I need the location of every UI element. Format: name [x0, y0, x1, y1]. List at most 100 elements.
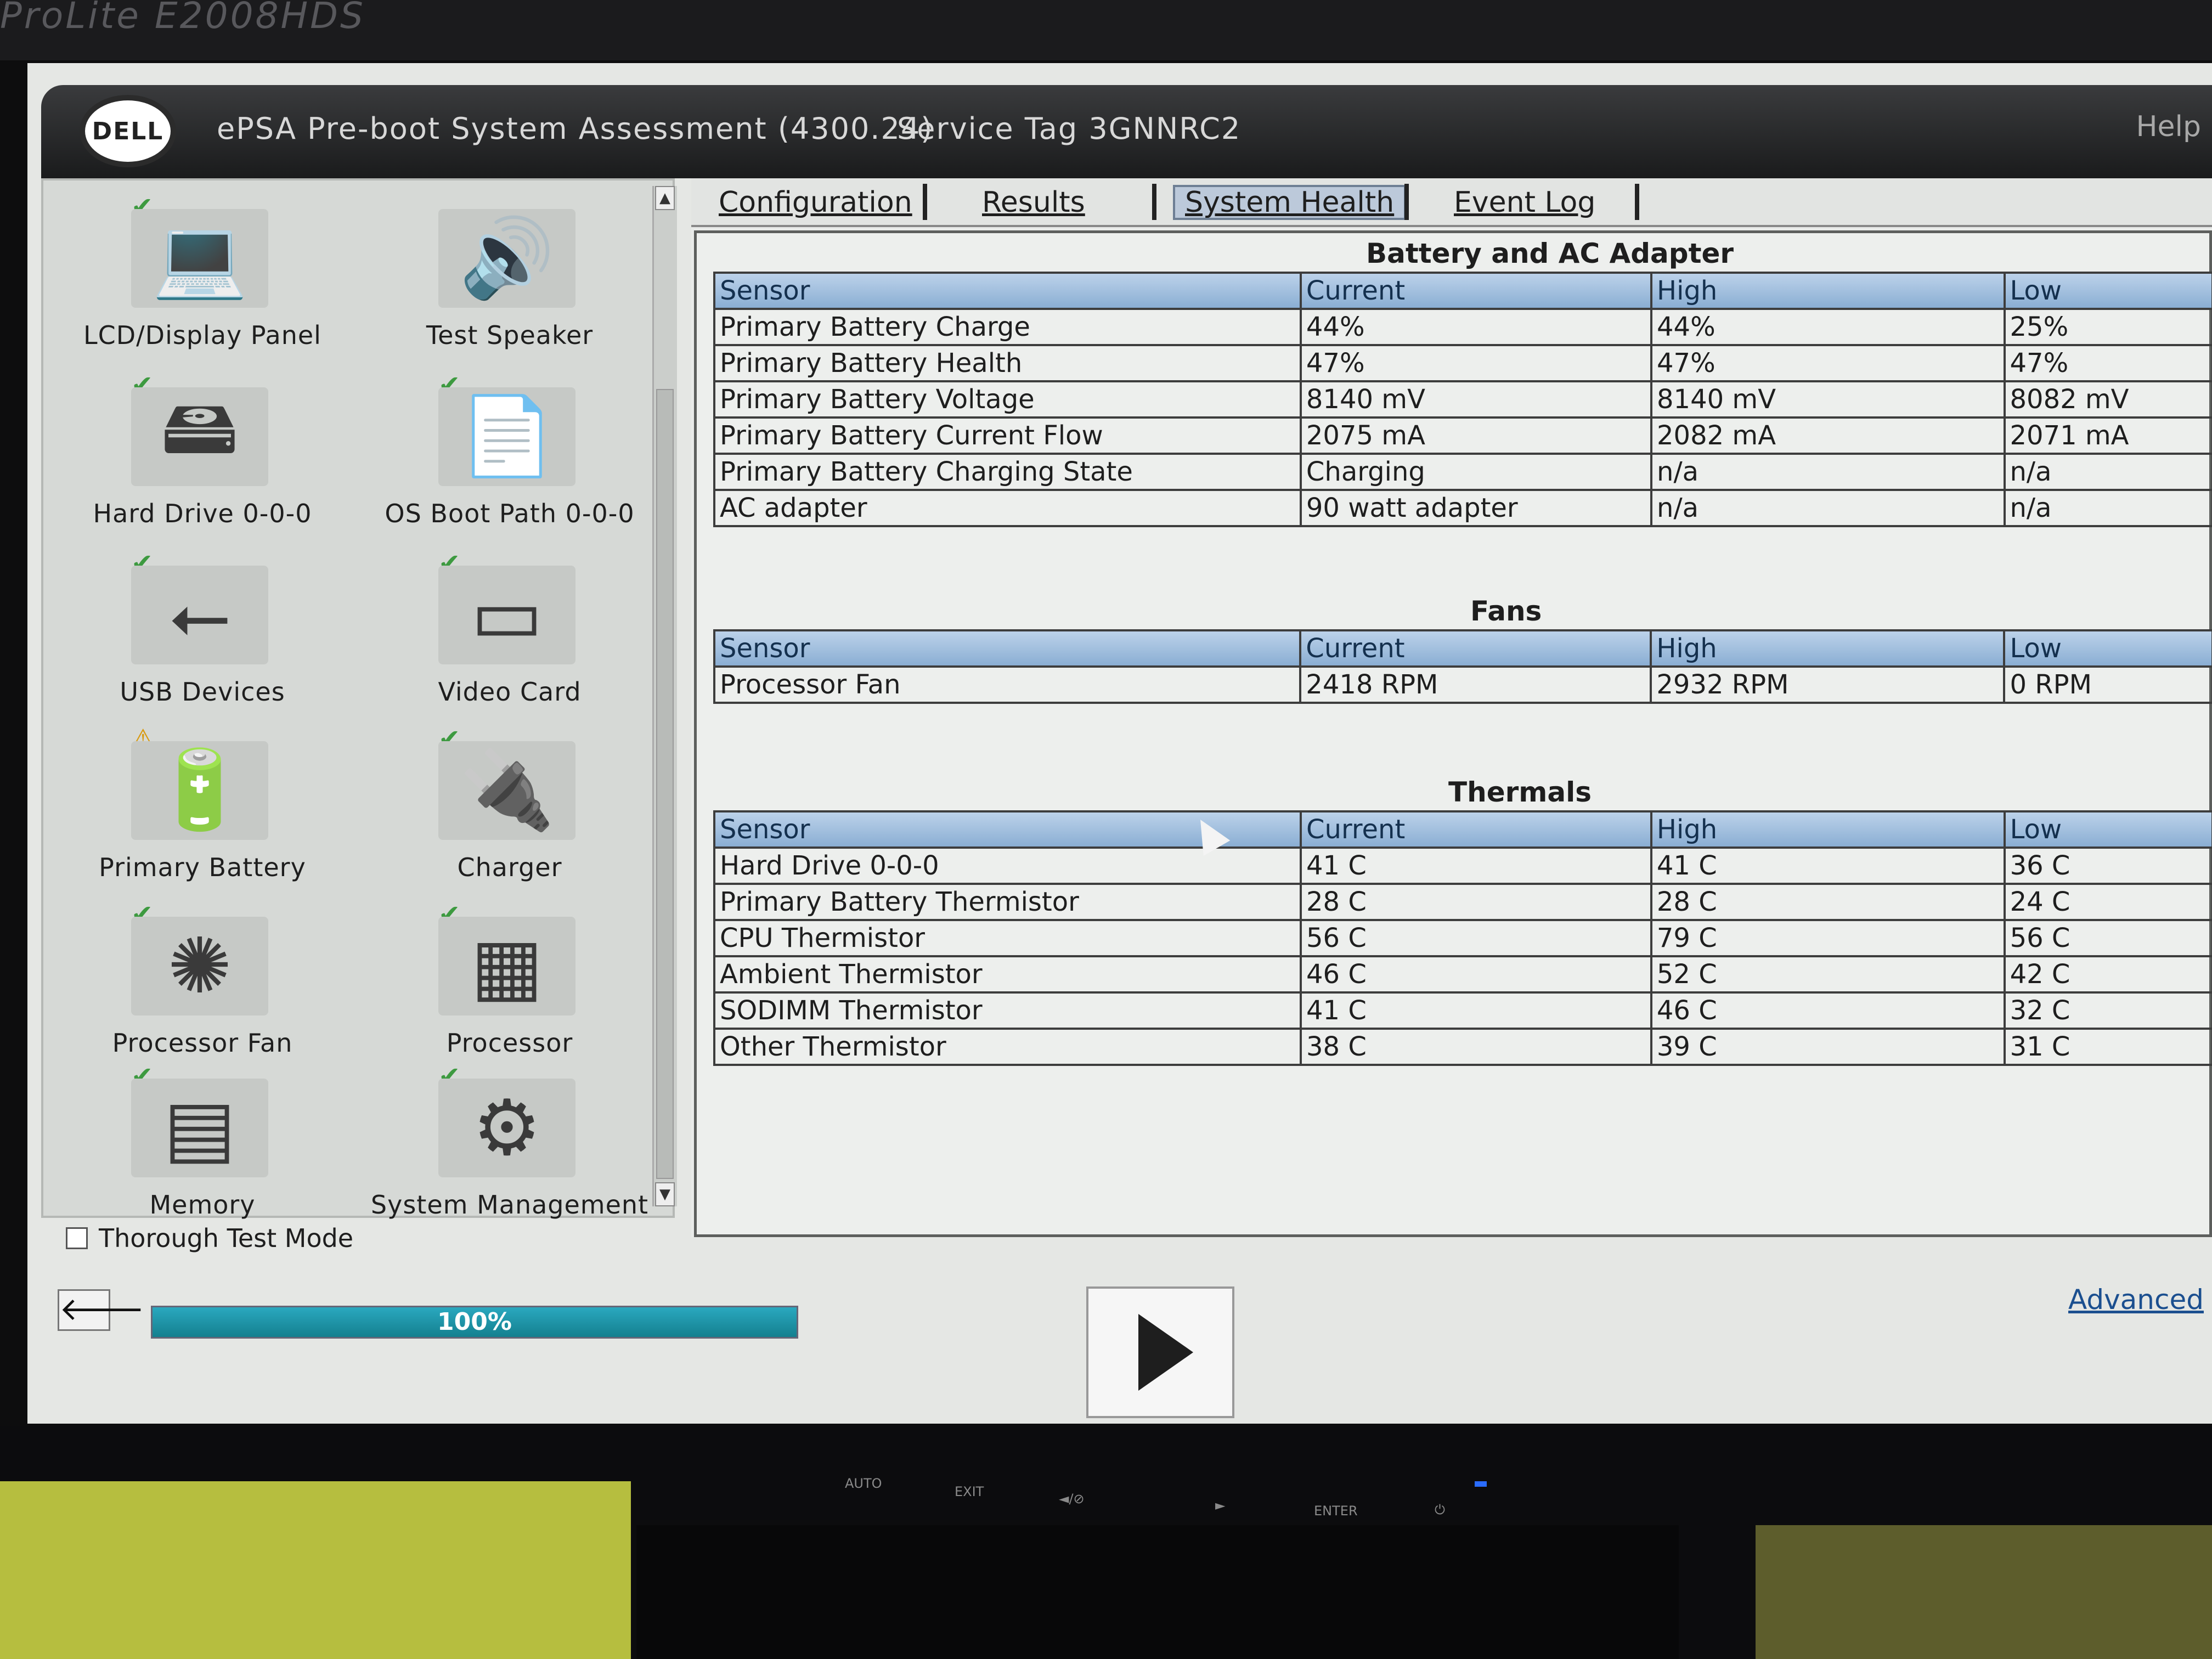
run-tests-button[interactable]	[1086, 1286, 1234, 1418]
table-cell: Primary Battery Charging State	[713, 453, 1302, 491]
epsa-screen: DELL ePSA Pre-boot System Assessment (43…	[27, 63, 2212, 1424]
bezel-button-auto[interactable]: AUTO	[845, 1476, 882, 1491]
device-list-panel: ✔ 💻 LCD/Display Panel 🔊 Test Speaker ✔ 🖴…	[41, 178, 677, 1220]
thorough-test-mode-label: Thorough Test Mode	[99, 1223, 354, 1253]
device-label: Test Speaker	[426, 320, 594, 350]
scroll-up-arrow[interactable]: ▲	[655, 186, 675, 210]
play-icon	[1138, 1314, 1193, 1391]
table-cell: n/a	[1650, 453, 2006, 491]
table-cell: Processor Fan	[713, 665, 1302, 704]
fans-table: Sensor Current High Low Processor Fan 24…	[713, 629, 2212, 704]
device-tile-memory[interactable]: ✔ ▤ Memory	[49, 1061, 356, 1241]
device-tile-charger[interactable]: ✔ 🔌 Charger	[356, 724, 663, 904]
tab-separator	[1152, 184, 1156, 220]
scroll-thumb[interactable]	[656, 389, 674, 1179]
device-tile-test-speaker[interactable]: 🔊 Test Speaker	[356, 197, 663, 371]
table-cell: 44%	[1299, 308, 1653, 346]
back-button[interactable]: 🡐	[58, 1289, 145, 1331]
service-tag: Service Tag 3GNNRC2	[897, 111, 1242, 146]
table-cell: 42 C	[2003, 955, 2212, 994]
table-cell: 28 C	[1650, 883, 2006, 921]
tab-system-health[interactable]: System Health	[1173, 185, 1407, 220]
table-cell: 39 C	[1650, 1028, 2006, 1066]
device-list-scrollbar[interactable]: ▲ ▼	[652, 186, 677, 1206]
video-card-icon: ▭	[438, 566, 575, 664]
advanced-link[interactable]: Advanced	[2068, 1284, 2204, 1316]
column-header: Current	[1300, 810, 1652, 849]
table-cell: 47%	[1650, 344, 2006, 382]
device-label: LCD/Display Panel	[83, 320, 321, 350]
dell-logo: DELL	[80, 95, 176, 167]
device-tile-video-card[interactable]: ✔ ▭ Video Card	[356, 548, 663, 728]
table-cell: 79 C	[1650, 919, 2006, 957]
fans-section-title: Fans	[1470, 595, 1542, 627]
table-cell: 46 C	[1650, 991, 2006, 1030]
bezel-button-exit[interactable]: EXIT	[955, 1484, 984, 1499]
table-cell: Primary Battery Charge	[713, 308, 1302, 346]
bezel-button-minus[interactable]: ◄/⊘	[1059, 1491, 1085, 1506]
device-tile-os-boot-path[interactable]: ✔ 📄 OS Boot Path 0-0-0	[356, 370, 663, 550]
back-arrow-icon: 🡐	[59, 1290, 145, 1328]
bezel-button-plus[interactable]: ►	[1215, 1498, 1225, 1513]
device-label: Primary Battery	[99, 853, 306, 882]
tab-separator	[923, 184, 927, 220]
device-tile-lcd-display-panel[interactable]: ✔ 💻 LCD/Display Panel	[49, 191, 356, 371]
table-cell: 38 C	[1300, 1028, 1652, 1066]
table-cell: 2075 mA	[1299, 416, 1653, 455]
thorough-test-mode-checkbox[interactable]	[66, 1227, 88, 1249]
usb-icon: ⭠	[131, 566, 268, 664]
table-cell: 32 C	[2003, 991, 2212, 1030]
table-cell: 52 C	[1650, 955, 2006, 994]
progress-bar: 100%	[151, 1306, 798, 1339]
column-header: Sensor	[713, 629, 1302, 668]
tab-event-log[interactable]: Event Log	[1454, 185, 1595, 220]
thorough-test-mode[interactable]: Thorough Test Mode	[66, 1223, 353, 1253]
table-cell: 8140 mV	[1299, 380, 1653, 419]
tab-separator	[1635, 184, 1639, 220]
thermals-section-title: Thermals	[1448, 776, 1592, 808]
table-cell: 46 C	[1300, 955, 1652, 994]
scroll-down-arrow[interactable]: ▼	[655, 1182, 675, 1206]
boot-path-icon: 📄	[438, 387, 575, 486]
thermals-table: Sensor Current High Low Hard Drive 0-0-0…	[713, 810, 2212, 1066]
table-row: CPU Thermistor 56 C 79 C 56 C	[713, 919, 2212, 957]
results-panel: Configuration Results System Health Even…	[691, 178, 2212, 1237]
table-cell: CPU Thermistor	[713, 919, 1302, 957]
column-header: Current	[1299, 272, 1653, 310]
device-tile-primary-battery[interactable]: ⚠ 🔋 Primary Battery	[49, 724, 356, 904]
table-row: AC adapter 90 watt adapter n/a n/a	[713, 489, 2212, 527]
device-tile-processor[interactable]: ✔ ▦ Processor	[356, 899, 663, 1079]
table-cell: 0 RPM	[2003, 665, 2212, 704]
device-label: Video Card	[438, 677, 582, 707]
chip-icon: ▦	[438, 917, 575, 1015]
column-header: Low	[2003, 629, 2212, 668]
device-tile-processor-fan[interactable]: ✔ ✺ Processor Fan	[49, 899, 356, 1079]
device-tile-usb-devices[interactable]: ✔ ⭠ USB Devices	[49, 548, 356, 728]
table-cell: n/a	[1650, 489, 2006, 527]
table-cell: 8140 mV	[1650, 380, 2006, 419]
table-cell: 47%	[2003, 344, 2212, 382]
help-link[interactable]: Help	[2136, 110, 2201, 143]
battery-icon: 🔋	[131, 741, 268, 840]
table-row: Other Thermistor 38 C 39 C 31 C	[713, 1028, 2212, 1066]
device-tile-hard-drive[interactable]: ✔ 🖴 Hard Drive 0-0-0	[49, 370, 356, 550]
table-row: Primary Battery Charge 44% 44% 25%	[713, 308, 2212, 346]
table-cell: 31 C	[2003, 1028, 2212, 1066]
power-led	[1475, 1481, 1487, 1487]
bezel-button-enter[interactable]: ENTER	[1314, 1503, 1358, 1519]
device-label: System Management	[370, 1190, 649, 1220]
table-header-row: Sensor Current High Low	[713, 629, 2212, 668]
table-cell: Primary Battery Thermistor	[713, 883, 1302, 921]
column-header: High	[1650, 629, 2006, 668]
table-row: SODIMM Thermistor 41 C 46 C 32 C	[713, 991, 2212, 1030]
table-cell: Primary Battery Health	[713, 344, 1302, 382]
power-icon[interactable]: ⏻	[1435, 1502, 1445, 1517]
tab-configuration[interactable]: Configuration	[719, 185, 912, 220]
speaker-icon: 🔊	[438, 209, 575, 308]
tab-results[interactable]: Results	[982, 185, 1085, 220]
monitor-model-label: ProLite E2008HDS	[0, 0, 365, 37]
device-tile-system-management[interactable]: ✔ ⚙ System Management	[356, 1061, 663, 1241]
system-management-icon: ⚙	[438, 1079, 575, 1177]
title-bar: DELL ePSA Pre-boot System Assessment (43…	[41, 85, 2212, 178]
column-header: Current	[1299, 629, 1652, 668]
